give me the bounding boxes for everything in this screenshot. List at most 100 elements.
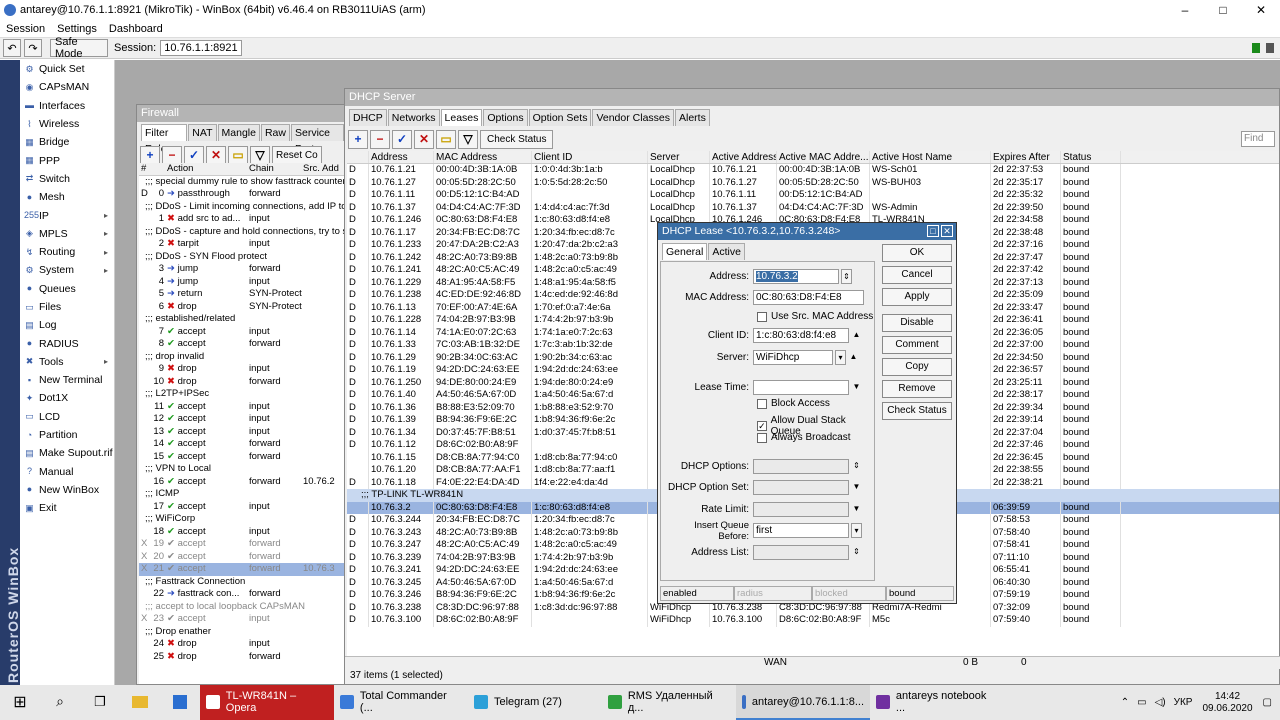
column-header[interactable]: Expires After xyxy=(991,151,1061,163)
table-row[interactable]: 5 ➜ return SYN-Protect xyxy=(139,288,345,301)
table-row[interactable]: 25 ✖ drop forward xyxy=(139,651,345,664)
server-dropdown-icon[interactable]: ▾ xyxy=(835,350,846,365)
close-icon[interactable]: ✕ xyxy=(941,225,953,237)
network-icon[interactable]: ▭ xyxy=(1137,697,1146,708)
taskbar-app[interactable]: Total Commander (... xyxy=(334,685,468,720)
mac-field[interactable]: 0C:80:63:D8:F4:E8 xyxy=(753,290,864,305)
tab-active[interactable]: Active xyxy=(708,243,745,260)
check-status-button[interactable]: Check Status xyxy=(882,402,952,420)
disable-icon[interactable]: ✕ xyxy=(414,129,434,149)
sidebar-item[interactable]: ◔ Partition xyxy=(20,426,114,444)
table-row[interactable]: D 10.76.1.27 00:05:5D:28:2C:50 1:0:5:5d:28:… xyxy=(347,176,1279,189)
table-row[interactable]: D 10.76.3.100 D8:6C:02:B0:A8:9F WiFiDhcp 10.… xyxy=(347,614,1279,627)
dhcp-tab[interactable]: Leases xyxy=(440,109,483,126)
dhcp-tab[interactable]: Vendor Classes xyxy=(592,109,674,126)
redo-button[interactable]: ↷ xyxy=(24,39,42,57)
table-row[interactable]: 22 ➜ fasttrack con... forward xyxy=(139,588,345,601)
table-row[interactable]: 2 ✖ tarpit input xyxy=(139,238,345,251)
firewall-tab[interactable]: Service Ports xyxy=(290,124,344,155)
table-row[interactable]: D 10.76.1.21 00:00:4D:3B:1A:0B 1:0:0:4d:3b:… xyxy=(347,164,1279,177)
comment-button[interactable]: Comment xyxy=(882,336,952,354)
tab-general[interactable]: General xyxy=(662,243,708,260)
table-row[interactable]: 7 ✔ accept input xyxy=(139,326,345,339)
table-row[interactable]: 10 ✖ drop forward xyxy=(139,376,345,389)
sidebar-item[interactable]: ✖ Tools ▸ xyxy=(20,353,114,371)
sidebar-item[interactable]: ▣ Exit xyxy=(20,499,114,517)
disable-icon[interactable]: ✕ xyxy=(206,145,226,165)
table-row[interactable]: 12 ✔ accept input xyxy=(139,413,345,426)
sidebar-item[interactable]: ▭ LCD xyxy=(20,408,114,426)
ok-button[interactable]: OK xyxy=(882,244,952,262)
tray-chevron-icon[interactable]: ⌃ xyxy=(1121,697,1129,708)
sidebar-item[interactable]: ▦ Bridge xyxy=(20,133,114,151)
column-header[interactable]: Active Address xyxy=(710,151,777,163)
comment-icon[interactable]: ▭ xyxy=(436,129,456,149)
lease-time-dropdown-icon[interactable]: ▼ xyxy=(851,380,862,395)
find-input[interactable]: Find xyxy=(1241,131,1275,147)
address-list-field[interactable] xyxy=(753,545,849,560)
minimize-button[interactable]: – xyxy=(1166,0,1204,20)
enable-icon[interactable]: ✓ xyxy=(184,145,204,165)
column-header[interactable]: MAC Address xyxy=(434,151,532,163)
maximize-button[interactable]: □ xyxy=(1204,0,1242,20)
remove-icon[interactable]: − xyxy=(162,145,182,165)
search-icon[interactable]: ⌕ xyxy=(40,685,80,720)
insert-queue-select[interactable]: first xyxy=(753,523,849,538)
use-src-mac-checkbox[interactable]: Use Src. MAC Address xyxy=(757,311,873,322)
sidebar-item[interactable]: ● Mesh xyxy=(20,188,114,206)
taskbar-app[interactable]: RMS Удаленный д... xyxy=(602,685,736,720)
cancel-button[interactable]: Cancel xyxy=(882,266,952,284)
volume-icon[interactable]: ◁) xyxy=(1155,697,1166,708)
rate-limit-field[interactable] xyxy=(753,502,849,517)
always-broadcast-checkbox[interactable]: Always Broadcast xyxy=(757,432,850,443)
column-header[interactable]: Active Host Name xyxy=(870,151,991,163)
sidebar-item[interactable]: ▭ Files xyxy=(20,298,114,316)
table-row[interactable]: X 19 ✔ accept forward xyxy=(139,538,345,551)
dhcp-tab[interactable]: DHCP xyxy=(349,109,387,126)
clock[interactable]: 14:42 09.06.2020 xyxy=(1202,691,1252,715)
table-row[interactable]: D 10.76.1.37 04:D4:C4:AC:7F:3D 1:4:d4:c4:ac… xyxy=(347,201,1279,214)
check-status-button[interactable]: Check Status xyxy=(480,129,554,149)
sidebar-item[interactable]: ✦ Dot1X xyxy=(20,389,114,407)
menu-session[interactable]: Session xyxy=(6,23,45,35)
lease-time-field[interactable] xyxy=(753,380,849,395)
sidebar-item[interactable]: ▪ New Terminal xyxy=(20,371,114,389)
table-row[interactable]: 11 ✔ accept input xyxy=(139,401,345,414)
dhcp-tab[interactable]: Networks xyxy=(387,109,440,126)
column-header[interactable]: Status xyxy=(1061,151,1121,163)
file-explorer-icon[interactable] xyxy=(120,685,160,720)
copy-button[interactable]: Copy xyxy=(882,358,952,376)
table-row[interactable]: X 23 ✔ accept input xyxy=(139,613,345,626)
insert-queue-dropdown-icon[interactable]: ▾ xyxy=(851,523,862,538)
address-spin-icon[interactable]: ⇕ xyxy=(841,269,852,284)
sidebar-item[interactable]: ⚙ System ▸ xyxy=(20,261,114,279)
column-header[interactable]: Server xyxy=(648,151,710,163)
dhcp-options-spin-icon[interactable]: ⇕ xyxy=(851,459,862,474)
filter-icon[interactable]: ▽ xyxy=(250,145,270,165)
dhcp-option-set-field[interactable] xyxy=(753,480,849,495)
column-header[interactable]: Address xyxy=(369,151,434,163)
task-view-icon[interactable]: ❐ xyxy=(80,685,120,720)
header-chain[interactable]: Chain xyxy=(247,163,303,175)
dhcp-options-field[interactable] xyxy=(753,459,849,474)
firewall-tab[interactable]: Mangle xyxy=(217,124,260,141)
sidebar-item[interactable]: ● New WinBox xyxy=(20,481,114,499)
reset-counters-icon[interactable]: Reset Co xyxy=(272,145,322,165)
enable-icon[interactable]: ✓ xyxy=(392,129,412,149)
firewall-tab[interactable]: Raw xyxy=(260,124,290,141)
address-field[interactable]: 10.76.3.2 xyxy=(753,269,839,284)
sidebar-item[interactable]: ◈ MPLS ▸ xyxy=(20,225,114,243)
sidebar-item[interactable]: ▦ PPP xyxy=(20,151,114,169)
comment-icon[interactable]: ▭ xyxy=(228,145,248,165)
add-icon[interactable]: + xyxy=(348,129,368,149)
address-list-spin-icon[interactable]: ⇕ xyxy=(851,545,862,560)
table-row[interactable]: 1 ✖ add src to ad... input xyxy=(139,213,345,226)
sidebar-item[interactable]: ▬ Interfaces xyxy=(20,97,114,115)
header-action[interactable]: Action xyxy=(167,163,247,175)
table-row[interactable]: 16 ✔ accept forward 10.76.2 xyxy=(139,476,345,489)
taskbar-app[interactable]: antarey@10.76.1.1:8... xyxy=(736,685,870,720)
table-row[interactable]: D 0 ➜ passthrough forward xyxy=(139,188,345,201)
table-row[interactable]: X 21 ✔ accept forward 10.76.3 xyxy=(139,563,345,576)
start-button[interactable]: ⊞ xyxy=(0,685,40,720)
table-row[interactable]: D 10.76.1.11 00:D5:12:1C:B4:AD LocalDhcp 10.… xyxy=(347,189,1279,202)
